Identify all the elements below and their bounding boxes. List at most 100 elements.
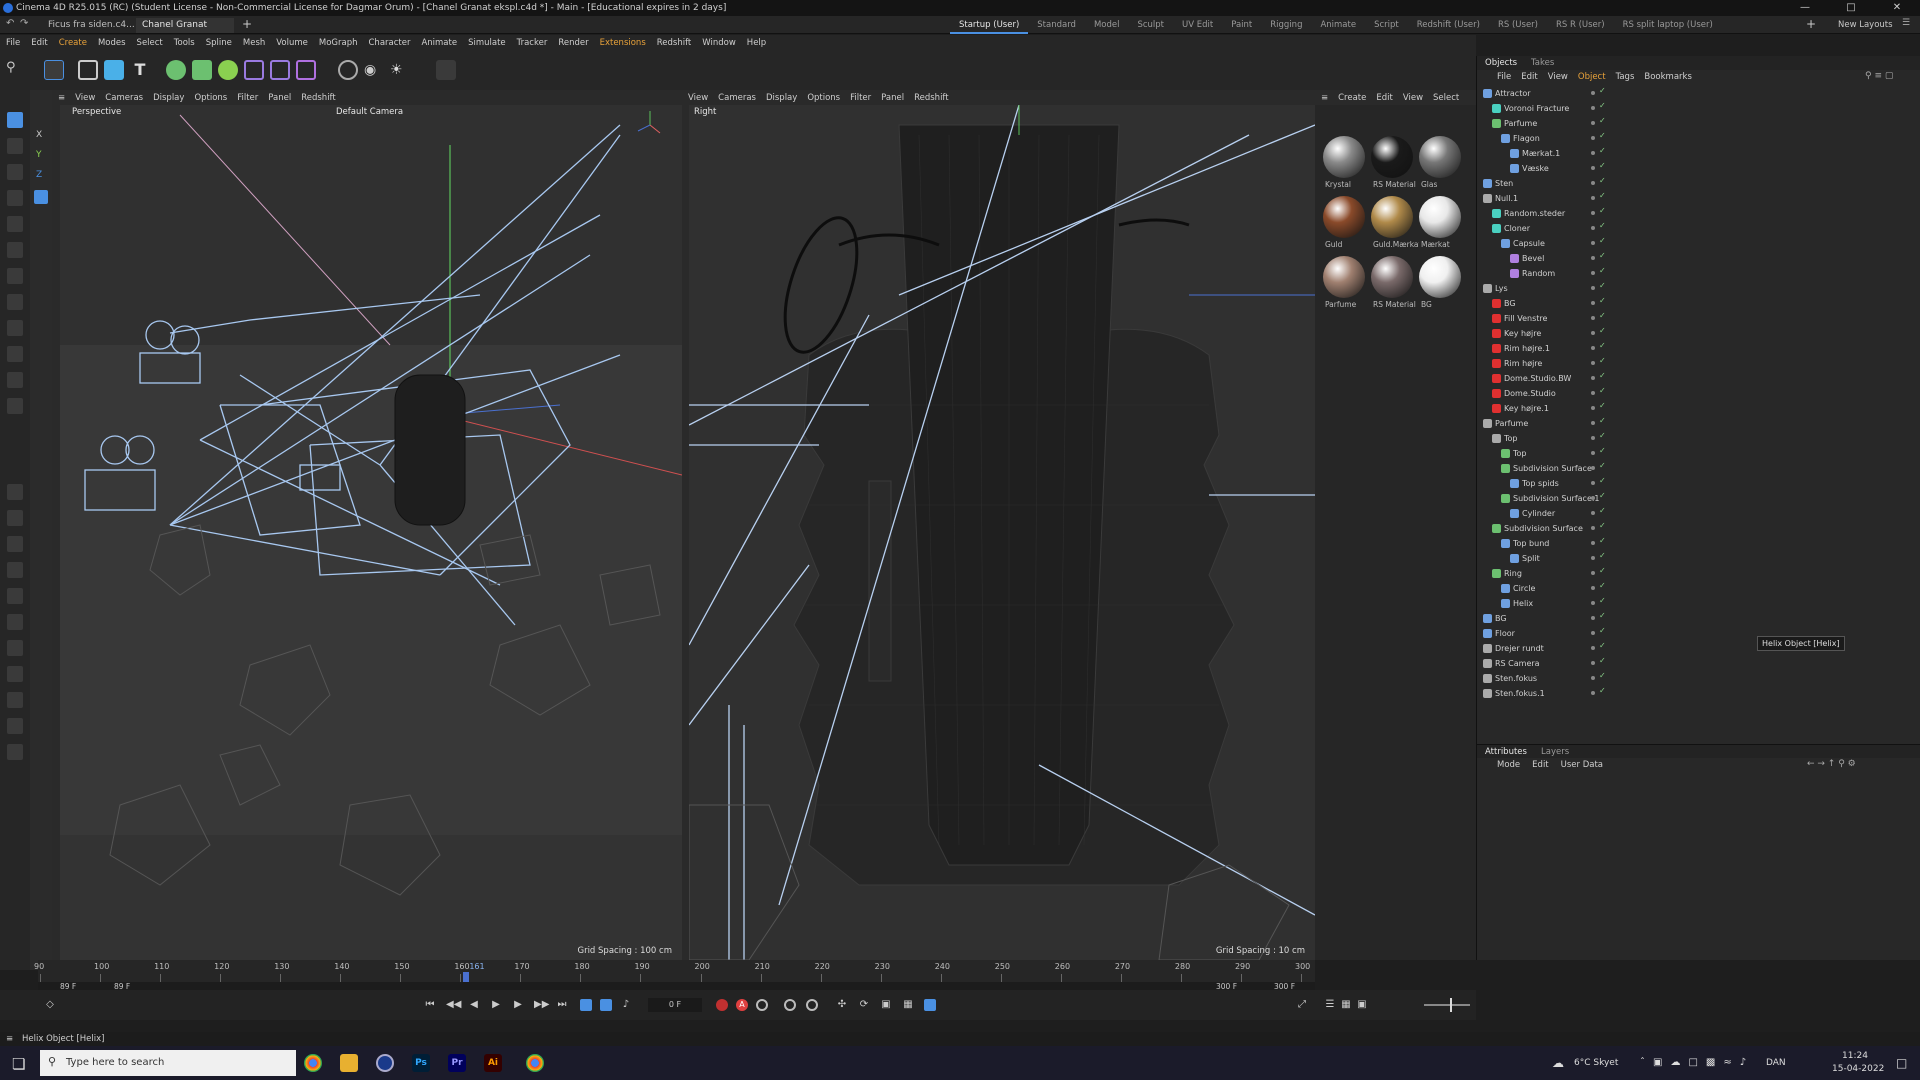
- object-row[interactable]: Sten: [1483, 176, 1513, 191]
- visibility-toggles[interactable]: ✓: [1589, 131, 1609, 146]
- vp-right-menu-cameras[interactable]: Cameras: [718, 93, 756, 103]
- enable-check-icon[interactable]: ✓: [1599, 566, 1606, 575]
- object-row[interactable]: Cylinder: [1510, 506, 1555, 521]
- deformer-icon[interactable]: [218, 60, 238, 80]
- chrome-icon[interactable]: [304, 1054, 322, 1072]
- x-axis-lock-icon[interactable]: X: [36, 130, 42, 140]
- motion-icon[interactable]: ▦: [902, 999, 914, 1011]
- enable-check-icon[interactable]: ✓: [1599, 506, 1606, 515]
- maximize-button[interactable]: □: [1828, 0, 1874, 16]
- viewport-right[interactable]: Right Grid Spacing : 10 cm: [689, 105, 1315, 960]
- tab-attributes[interactable]: Attributes: [1485, 747, 1527, 757]
- visibility-dot-icon[interactable]: [1591, 361, 1595, 365]
- language-indicator[interactable]: DAN: [1766, 1058, 1786, 1068]
- object-row[interactable]: Fill Venstre: [1492, 311, 1547, 326]
- record-icon[interactable]: [716, 999, 728, 1011]
- object-row[interactable]: Dome.Studio.BW: [1492, 371, 1571, 386]
- tray-icons[interactable]: ˆ▣☁□▩≈♪: [1640, 1057, 1754, 1068]
- vp-left-menu-options[interactable]: Options: [194, 93, 227, 103]
- visibility-dot-icon[interactable]: [1591, 661, 1595, 665]
- layout-tab-11[interactable]: RS R (User): [1547, 18, 1614, 34]
- enable-check-icon[interactable]: ✓: [1599, 416, 1606, 425]
- prev-key-icon[interactable]: ◀◀: [446, 999, 461, 1011]
- visibility-toggles[interactable]: ✓: [1589, 431, 1609, 446]
- visibility-dot-icon[interactable]: [1591, 691, 1595, 695]
- material-swatch[interactable]: [1371, 136, 1413, 178]
- object-row[interactable]: Key højre.1: [1492, 401, 1549, 416]
- visibility-toggles[interactable]: ✓: [1589, 461, 1609, 476]
- enable-check-icon[interactable]: ✓: [1599, 236, 1606, 245]
- object-row[interactable]: Parfume: [1492, 116, 1537, 131]
- visibility-toggles[interactable]: ✓: [1589, 611, 1609, 626]
- visibility-dot-icon[interactable]: [1591, 106, 1595, 110]
- visibility-dot-icon[interactable]: [1591, 241, 1595, 245]
- vp-left-menu-redshift[interactable]: Redshift: [301, 93, 336, 103]
- polygon-pen-icon[interactable]: [7, 398, 23, 414]
- object-row[interactable]: Sten.fokus.1: [1483, 686, 1545, 701]
- enable-check-icon[interactable]: ✓: [1599, 386, 1606, 395]
- menu-create[interactable]: Create: [59, 38, 87, 48]
- enable-check-icon[interactable]: ✓: [1599, 206, 1606, 215]
- object-row[interactable]: Top bund: [1501, 536, 1549, 551]
- layout-menu-icon[interactable]: ☰: [1902, 18, 1910, 28]
- enable-check-icon[interactable]: ✓: [1599, 656, 1606, 665]
- app-ai-icon[interactable]: Ai: [484, 1054, 502, 1072]
- visibility-dot-icon[interactable]: [1591, 601, 1595, 605]
- loop-icon[interactable]: [580, 999, 592, 1011]
- visibility-dot-icon[interactable]: [1591, 91, 1595, 95]
- render-picture-viewer-icon[interactable]: [7, 718, 23, 734]
- vp-left-menu-view[interactable]: View: [75, 93, 95, 103]
- knife-icon[interactable]: [7, 268, 23, 284]
- enable-check-icon[interactable]: ✓: [1599, 521, 1606, 530]
- pla-key-icon[interactable]: ▣: [880, 999, 892, 1011]
- object-row[interactable]: Cloner: [1492, 221, 1530, 236]
- clock-date[interactable]: 15-04-2022: [1832, 1064, 1884, 1074]
- visibility-toggles[interactable]: ✓: [1589, 671, 1609, 686]
- visibility-toggles[interactable]: ✓: [1589, 356, 1609, 371]
- go-to-start-icon[interactable]: ⏮: [424, 999, 436, 1011]
- objects-search-icon[interactable]: ⚲ ≡ ▢: [1865, 71, 1893, 81]
- weather-text[interactable]: 6°C Skyet: [1574, 1058, 1618, 1068]
- visibility-dot-icon[interactable]: [1591, 481, 1595, 485]
- environment-icon[interactable]: [338, 60, 358, 80]
- enable-check-icon[interactable]: ✓: [1599, 671, 1606, 680]
- visibility-toggles[interactable]: ✓: [1589, 551, 1609, 566]
- object-row[interactable]: Top spids: [1510, 476, 1559, 491]
- mat-menu-create[interactable]: Create: [1338, 93, 1366, 103]
- rotate-icon[interactable]: [7, 164, 23, 180]
- visibility-dot-icon[interactable]: [1591, 556, 1595, 560]
- menu-simulate[interactable]: Simulate: [468, 38, 506, 48]
- keyframe-selection-icon[interactable]: [756, 999, 768, 1011]
- enable-check-icon[interactable]: ✓: [1599, 221, 1606, 230]
- object-row[interactable]: Subdivision Surface: [1501, 461, 1592, 476]
- vp-left-menu-display[interactable]: Display: [153, 93, 184, 103]
- enable-check-icon[interactable]: ✓: [1599, 266, 1606, 275]
- material-swatch[interactable]: [1419, 136, 1461, 178]
- play-icon[interactable]: ▶: [490, 999, 502, 1011]
- enable-check-icon[interactable]: ✓: [1599, 341, 1606, 350]
- model-mode-icon[interactable]: [7, 588, 23, 604]
- object-row[interactable]: RS Camera: [1483, 656, 1540, 671]
- next-frame-icon[interactable]: ▶: [512, 999, 524, 1011]
- menu-extensions[interactable]: Extensions: [600, 38, 646, 48]
- menu-render[interactable]: Render: [558, 38, 588, 48]
- visibility-dot-icon[interactable]: [1591, 511, 1595, 515]
- visibility-toggles[interactable]: ✓: [1589, 566, 1609, 581]
- enable-check-icon[interactable]: ✓: [1599, 491, 1606, 500]
- visibility-dot-icon[interactable]: [1591, 271, 1595, 275]
- object-row[interactable]: Top: [1501, 446, 1527, 461]
- visibility-toggles[interactable]: ✓: [1589, 236, 1609, 251]
- tab-objects[interactable]: Objects: [1485, 58, 1517, 68]
- attributes-menu-mode[interactable]: Mode: [1497, 760, 1520, 770]
- enable-check-icon[interactable]: ✓: [1599, 161, 1606, 170]
- param-key-icon[interactable]: ⟳: [858, 999, 870, 1011]
- visibility-toggles[interactable]: ✓: [1589, 326, 1609, 341]
- material-swatch[interactable]: [1371, 256, 1413, 298]
- visibility-toggles[interactable]: ✓: [1589, 146, 1609, 161]
- close-window-button[interactable]: ✕: [1874, 0, 1920, 16]
- mat-menu-select[interactable]: Select: [1433, 93, 1459, 103]
- windows-start-icon[interactable]: ❏: [12, 1055, 25, 1073]
- prev-frame-icon[interactable]: ◀: [468, 999, 480, 1011]
- menu-select[interactable]: Select: [137, 38, 163, 48]
- doc-tab-chanel[interactable]: Chanel Granat ek... ✕: [136, 18, 234, 45]
